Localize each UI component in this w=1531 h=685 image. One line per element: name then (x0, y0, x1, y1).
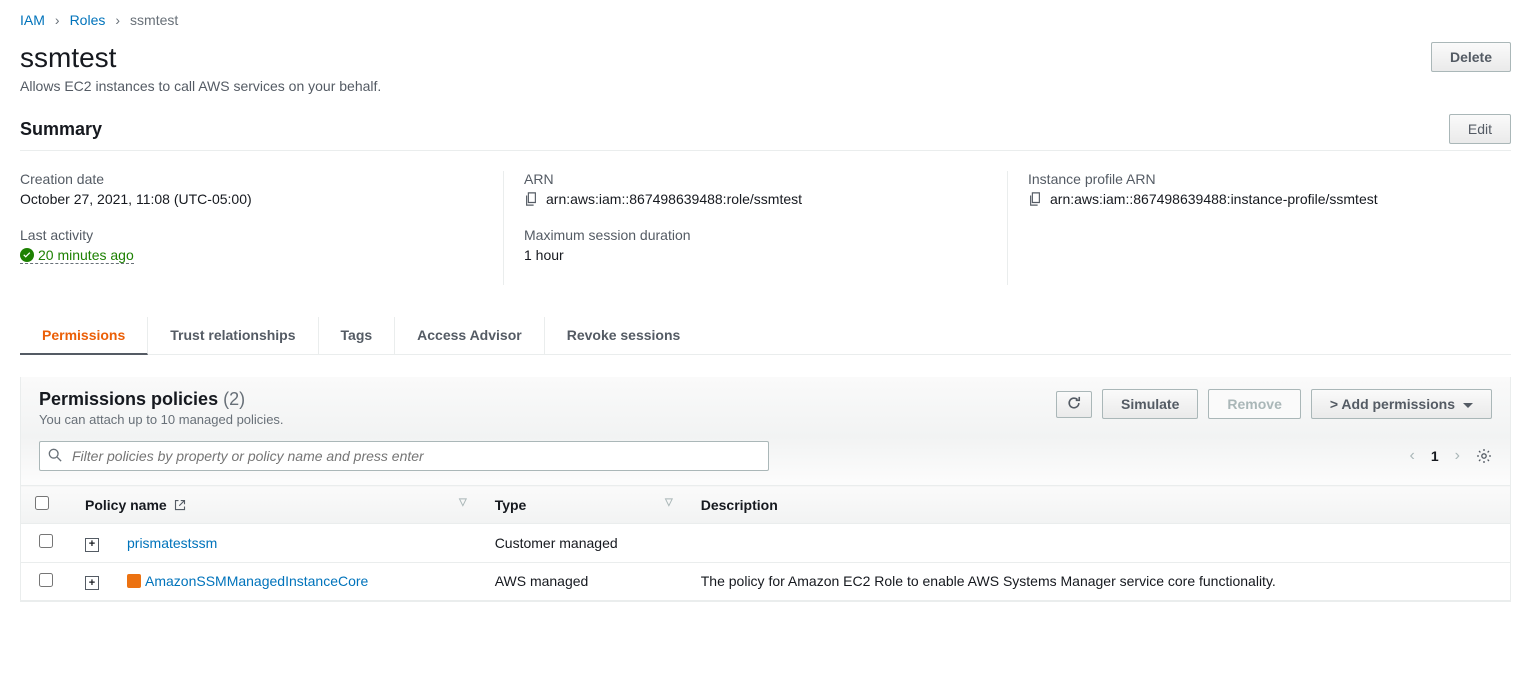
select-all-checkbox[interactable] (35, 496, 49, 510)
refresh-icon (1067, 396, 1081, 410)
delete-button[interactable]: Delete (1431, 42, 1511, 72)
role-description: Allows EC2 instances to call AWS service… (20, 78, 1511, 94)
tab-tags[interactable]: Tags (319, 317, 396, 354)
breadcrumb: IAM › Roles › ssmtest (20, 12, 1511, 28)
check-circle-icon (20, 248, 34, 262)
page-title: ssmtest (20, 42, 116, 74)
aws-policy-icon (127, 574, 141, 588)
summary-grid: Creation date October 27, 2021, 11:08 (U… (20, 155, 1511, 297)
summary-heading: Summary (20, 119, 102, 140)
last-activity-label: Last activity (20, 227, 463, 243)
col-type[interactable]: Type▽ (481, 486, 687, 524)
page-next[interactable]: › (1455, 447, 1460, 465)
policy-type: AWS managed (481, 562, 687, 601)
breadcrumb-current: ssmtest (130, 12, 178, 28)
max-session-label: Maximum session duration (524, 227, 967, 243)
instance-profile-value: arn:aws:iam::867498639488:instance-profi… (1050, 191, 1378, 207)
sort-icon: ▽ (459, 497, 467, 508)
expand-button[interactable]: + (85, 576, 99, 590)
tabs: Permissions Trust relationships Tags Acc… (20, 317, 1511, 355)
policies-title: Permissions policies (2) (39, 389, 284, 410)
sort-icon: ▽ (665, 497, 673, 508)
breadcrumb-roles[interactable]: Roles (70, 12, 106, 28)
tab-trust-relationships[interactable]: Trust relationships (148, 317, 318, 354)
last-activity-value: 20 minutes ago (20, 247, 134, 264)
row-checkbox[interactable] (39, 534, 53, 548)
page-number: 1 (1431, 448, 1439, 464)
add-permissions-button[interactable]: > Add permissions (1311, 389, 1492, 419)
max-session-value: 1 hour (524, 247, 967, 263)
table-row: + AmazonSSMManagedInstanceCore AWS manag… (21, 562, 1510, 601)
expand-button[interactable]: + (85, 538, 99, 552)
arn-label: ARN (524, 171, 967, 187)
policies-subtitle: You can attach up to 10 managed policies… (39, 412, 284, 427)
policy-link[interactable]: prismatestssm (127, 535, 217, 551)
remove-button[interactable]: Remove (1208, 389, 1300, 419)
simulate-button[interactable]: Simulate (1102, 389, 1198, 419)
settings-icon[interactable] (1476, 448, 1492, 464)
copy-icon[interactable] (1028, 192, 1042, 206)
page-prev[interactable]: ‹ (1410, 447, 1415, 465)
policy-type: Customer managed (481, 524, 687, 563)
chevron-right-icon: › (55, 12, 60, 28)
breadcrumb-iam[interactable]: IAM (20, 12, 45, 28)
permissions-policies-panel: Permissions policies (2) You can attach … (20, 377, 1511, 602)
copy-icon[interactable] (524, 192, 538, 206)
instance-profile-label: Instance profile ARN (1028, 171, 1471, 187)
policy-desc (687, 524, 1510, 563)
col-description[interactable]: Description (687, 486, 1510, 524)
table-row: + prismatestssm Customer managed (21, 524, 1510, 563)
policy-link[interactable]: AmazonSSMManagedInstanceCore (145, 573, 368, 589)
refresh-button[interactable] (1056, 391, 1092, 418)
policy-filter-input[interactable] (39, 441, 769, 471)
chevron-right-icon: › (115, 12, 120, 28)
arn-value: arn:aws:iam::867498639488:role/ssmtest (546, 191, 802, 207)
tab-permissions[interactable]: Permissions (20, 317, 148, 355)
policy-desc: The policy for Amazon EC2 Role to enable… (687, 562, 1510, 601)
edit-button[interactable]: Edit (1449, 114, 1511, 144)
caret-down-icon (1463, 403, 1473, 408)
creation-date-value: October 27, 2021, 11:08 (UTC-05:00) (20, 191, 463, 207)
external-link-icon (174, 499, 186, 511)
search-icon (48, 448, 62, 462)
tab-access-advisor[interactable]: Access Advisor (395, 317, 545, 354)
row-checkbox[interactable] (39, 573, 53, 587)
creation-date-label: Creation date (20, 171, 463, 187)
col-policy-name[interactable]: Policy name ▽ (71, 486, 481, 524)
policies-table: Policy name ▽ Type▽ Description + prisma… (21, 485, 1510, 601)
tab-revoke-sessions[interactable]: Revoke sessions (545, 317, 703, 354)
